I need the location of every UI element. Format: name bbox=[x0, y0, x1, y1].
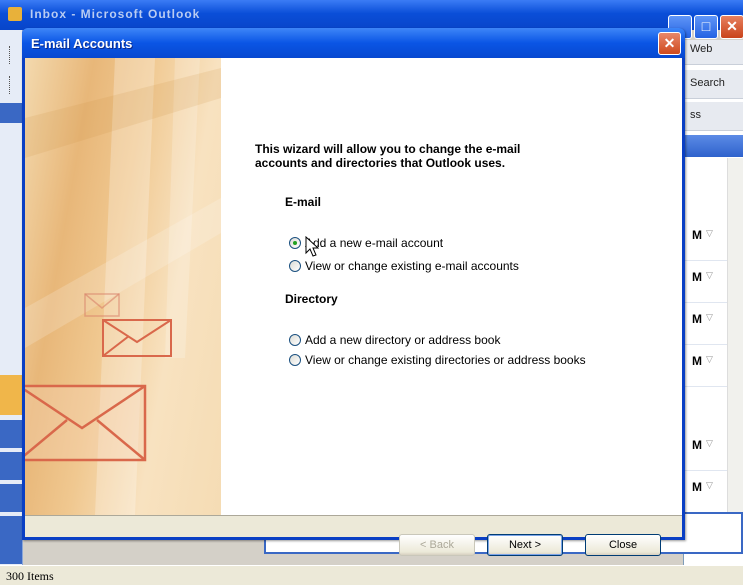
item-count: 300 Items bbox=[6, 569, 54, 583]
back-button[interactable]: < Back bbox=[399, 534, 475, 556]
outlook-window-title: Inbox - Microsoft Outlook bbox=[30, 7, 201, 21]
toolbar-grip-icon[interactable] bbox=[9, 76, 13, 94]
maximize-icon[interactable]: □ bbox=[694, 15, 718, 39]
nav-button-mail[interactable] bbox=[0, 375, 22, 415]
email-accounts-dialog: E-mail Accounts ✕ This wizard will allow… bbox=[22, 28, 685, 556]
view-change-directories-option[interactable]: View or change existing directories or a… bbox=[289, 352, 586, 368]
folder-header bbox=[684, 135, 743, 157]
row-marker: M bbox=[692, 312, 702, 326]
dialog-close-icon[interactable]: ✕ bbox=[658, 32, 681, 55]
envelope-icon bbox=[25, 384, 147, 462]
option-label: Add a new directory or address book bbox=[305, 333, 501, 347]
row-marker: M bbox=[692, 480, 702, 494]
outlook-title-bar: Inbox - Microsoft Outlook _ □ ✕ bbox=[0, 0, 743, 39]
radio-unselected-icon[interactable] bbox=[289, 354, 301, 366]
add-new-directory-option[interactable]: Add a new directory or address book bbox=[289, 332, 500, 348]
flag-icon[interactable]: ▽ bbox=[706, 480, 713, 491]
radio-unselected-icon[interactable] bbox=[289, 334, 301, 346]
row-marker: M bbox=[692, 354, 702, 368]
row-marker: M bbox=[692, 270, 702, 284]
dialog-title-bar[interactable]: E-mail Accounts ✕ bbox=[22, 28, 685, 58]
nav-button[interactable] bbox=[0, 420, 22, 448]
wizard-content-panel: This wizard will allow you to change the… bbox=[221, 58, 682, 515]
option-label: Add a new e-mail account bbox=[305, 236, 444, 250]
close-button[interactable]: Close bbox=[585, 534, 661, 556]
outlook-close-icon[interactable]: ✕ bbox=[720, 15, 743, 39]
radio-unselected-icon[interactable] bbox=[289, 260, 301, 272]
web-label: Web bbox=[690, 43, 713, 55]
radio-selected-icon[interactable] bbox=[289, 237, 301, 249]
search-toolbar[interactable]: Search bbox=[684, 70, 743, 99]
next-button[interactable]: Next > bbox=[487, 534, 563, 556]
email-section-heading: E-mail bbox=[285, 195, 322, 209]
nav-button[interactable] bbox=[0, 516, 22, 564]
flag-icon[interactable]: ▽ bbox=[706, 438, 713, 449]
flag-icon[interactable]: ▽ bbox=[706, 354, 713, 365]
search-button-label[interactable]: Search bbox=[690, 77, 725, 89]
flag-icon[interactable]: ▽ bbox=[706, 312, 713, 323]
row-marker: M bbox=[692, 228, 702, 242]
toolbar-grip-icon[interactable] bbox=[9, 46, 13, 64]
dialog-body: This wizard will allow you to change the… bbox=[25, 58, 682, 556]
directory-section-heading: Directory bbox=[285, 292, 338, 306]
message-list-scrollbar[interactable] bbox=[727, 158, 743, 548]
row-marker: M bbox=[692, 438, 702, 452]
view-label: ss bbox=[690, 109, 701, 121]
nav-button[interactable] bbox=[0, 452, 22, 480]
nav-button[interactable] bbox=[0, 484, 22, 512]
wizard-banner-image bbox=[25, 58, 221, 515]
outlook-status-bar: 300 Items bbox=[0, 565, 743, 585]
footer-separator bbox=[25, 515, 682, 516]
option-label: View or change existing directories or a… bbox=[305, 353, 586, 367]
option-label: View or change existing e-mail accounts bbox=[305, 259, 519, 273]
outlook-left-toolbar-strip bbox=[0, 30, 23, 565]
arrow-pointer-icon bbox=[305, 235, 320, 262]
wizard-intro-text: This wizard will allow you to change the… bbox=[255, 142, 521, 170]
envelope-banner-art bbox=[25, 58, 221, 515]
dialog-title: E-mail Accounts bbox=[31, 36, 133, 51]
view-change-email-accounts-option[interactable]: View or change existing e-mail accounts bbox=[289, 258, 519, 274]
navigation-pane-header bbox=[0, 103, 22, 123]
flag-icon[interactable]: ▽ bbox=[706, 228, 713, 239]
outlook-message-list-pane: Web Search ss M ▽ M ▽ M ▽ M ▽ M ▽ M ▽ bbox=[683, 40, 743, 565]
outlook-app-icon bbox=[8, 7, 22, 21]
flag-icon[interactable]: ▽ bbox=[706, 270, 713, 281]
web-toolbar: Web bbox=[684, 40, 743, 65]
view-toolbar[interactable]: ss bbox=[684, 102, 743, 131]
